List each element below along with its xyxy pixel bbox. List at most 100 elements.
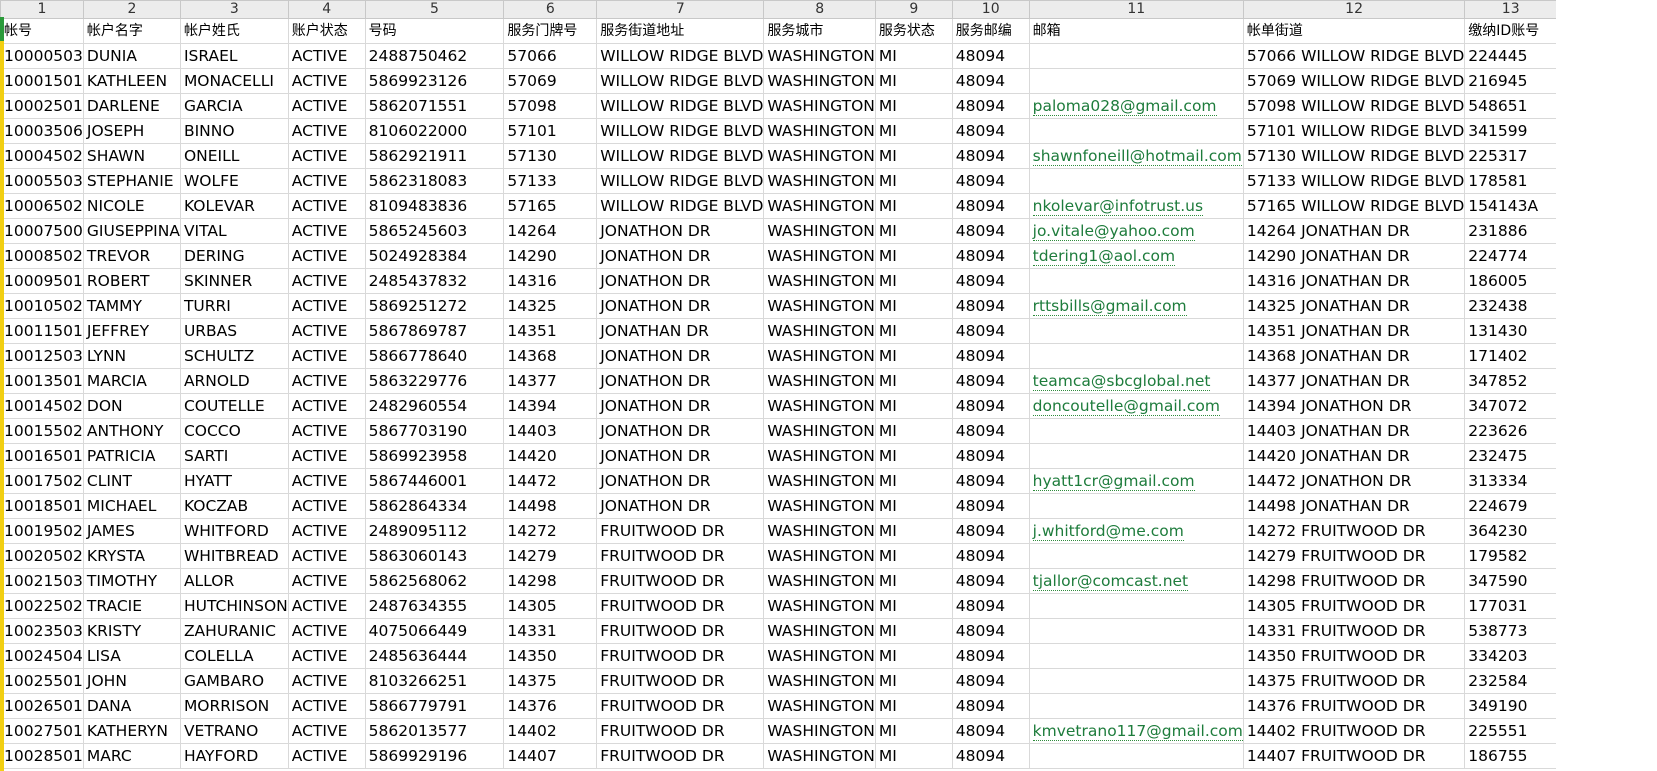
cell-first-name[interactable]: DUNIA [82, 43, 181, 69]
cell-service-street[interactable]: FRUITWOOD DR [596, 668, 765, 694]
cell-service-house-number[interactable]: 14305 [503, 593, 598, 619]
cell-service-house-number[interactable]: 14420 [503, 443, 598, 469]
cell-billing-street[interactable]: 14272 FRUITWOOD DR [1242, 518, 1466, 544]
column-letter-8[interactable]: 8 [763, 0, 876, 19]
cell-first-name[interactable]: ANTHONY [82, 418, 181, 444]
cell-service-zip[interactable]: 48094 [951, 293, 1030, 319]
cell-payment-id[interactable]: 225317 [1464, 143, 1558, 169]
cell-service-city[interactable]: WASHINGTON [763, 393, 876, 419]
cell-service-city[interactable]: WASHINGTON [763, 568, 876, 594]
cell-service-city[interactable]: WASHINGTON [763, 243, 876, 269]
cell-first-name[interactable]: DANA [82, 693, 181, 719]
cell-service-city[interactable]: WASHINGTON [763, 718, 876, 744]
cell-account-status[interactable]: ACTIVE [287, 393, 366, 419]
cell-service-city[interactable]: WASHINGTON [763, 68, 876, 94]
cell-email[interactable] [1028, 618, 1244, 644]
cell-account-status[interactable]: ACTIVE [287, 568, 366, 594]
cell-service-street[interactable]: WILLOW RIDGE BLVD [596, 143, 765, 169]
cell-account-status[interactable]: ACTIVE [287, 718, 366, 744]
cell-account-status[interactable]: ACTIVE [287, 318, 366, 344]
cell-email[interactable] [1028, 168, 1244, 194]
cell-account-number[interactable]: 10025501 [0, 668, 84, 694]
cell-service-house-number[interactable]: 57133 [503, 168, 598, 194]
cell-service-house-number[interactable]: 14298 [503, 568, 598, 594]
cell-phone[interactable]: 5869923958 [364, 443, 505, 469]
cell-last-name[interactable]: MONACELLI [179, 68, 289, 94]
cell-last-name[interactable]: ONEILL [179, 143, 289, 169]
cell-billing-street[interactable]: 14375 FRUITWOOD DR [1242, 668, 1466, 694]
cell-service-zip[interactable]: 48094 [951, 118, 1030, 144]
cell-account-status[interactable]: ACTIVE [287, 743, 366, 769]
header-billing-street[interactable]: 帐单街道 [1242, 17, 1466, 44]
cell-last-name[interactable]: ARNOLD [179, 368, 289, 394]
cell-service-house-number[interactable]: 14403 [503, 418, 598, 444]
cell-service-city[interactable]: WASHINGTON [763, 168, 876, 194]
cell-account-status[interactable]: ACTIVE [287, 243, 366, 269]
cell-account-number[interactable]: 10026501 [0, 693, 84, 719]
cell-billing-street[interactable]: 57133 WILLOW RIDGE BLVD [1242, 168, 1466, 194]
cell-service-state[interactable]: MI [874, 668, 953, 694]
cell-service-city[interactable]: WASHINGTON [763, 143, 876, 169]
cell-account-status[interactable]: ACTIVE [287, 668, 366, 694]
cell-first-name[interactable]: TRACIE [82, 593, 181, 619]
cell-service-street[interactable]: JONATHON DR [596, 343, 765, 369]
cell-service-street[interactable]: JONATHON DR [596, 418, 765, 444]
cell-service-state[interactable]: MI [874, 593, 953, 619]
cell-first-name[interactable]: GIUSEPPINA [82, 218, 181, 244]
cell-billing-street[interactable]: 14402 FRUITWOOD DR [1242, 718, 1466, 744]
cell-first-name[interactable]: TREVOR [82, 243, 181, 269]
cell-service-state[interactable]: MI [874, 318, 953, 344]
cell-last-name[interactable]: COLELLA [179, 643, 289, 669]
cell-first-name[interactable]: KATHLEEN [82, 68, 181, 94]
cell-service-street[interactable]: JONATHON DR [596, 443, 765, 469]
cell-account-number[interactable]: 10007500 [0, 218, 84, 244]
cell-payment-id[interactable]: 232438 [1464, 293, 1558, 319]
header-account-status[interactable]: 账户状态 [287, 17, 366, 44]
cell-first-name[interactable]: JEFFREY [82, 318, 181, 344]
cell-first-name[interactable]: PATRICIA [82, 443, 181, 469]
spreadsheet[interactable]: 1234567891011121314 帐号帐户名字帐户姓氏账户状态号码服务门牌… [0, 0, 1657, 771]
column-letter-3[interactable]: 3 [179, 0, 289, 19]
cell-phone[interactable]: 5862568062 [364, 568, 505, 594]
cell-account-status[interactable]: ACTIVE [287, 143, 366, 169]
cell-service-state[interactable]: MI [874, 543, 953, 569]
cell-service-state[interactable]: MI [874, 218, 953, 244]
cell-first-name[interactable]: DARLENE [82, 93, 181, 119]
cell-service-zip[interactable]: 48094 [951, 218, 1030, 244]
cell-last-name[interactable]: KOLEVAR [179, 193, 289, 219]
cell-billing-street[interactable]: 14498 JONATHAN DR [1242, 493, 1466, 519]
cell-service-house-number[interactable]: 14368 [503, 343, 598, 369]
column-letter-7[interactable]: 7 [596, 0, 765, 19]
cell-account-number[interactable]: 10024504 [0, 643, 84, 669]
cell-phone[interactable]: 5866779791 [364, 693, 505, 719]
cell-service-house-number[interactable]: 14375 [503, 668, 598, 694]
cell-email[interactable]: rttsbills@gmail.com [1028, 293, 1244, 319]
cell-last-name[interactable]: COUTELLE [179, 393, 289, 419]
cell-last-name[interactable]: HYATT [179, 468, 289, 494]
cell-service-state[interactable]: MI [874, 418, 953, 444]
cell-service-state[interactable]: MI [874, 68, 953, 94]
cell-service-street[interactable]: WILLOW RIDGE BLVD [596, 68, 765, 94]
cell-email[interactable]: hyatt1cr@gmail.com [1028, 468, 1244, 494]
cell-last-name[interactable]: SCHULTZ [179, 343, 289, 369]
cell-payment-id[interactable]: 223626 [1464, 418, 1558, 444]
cell-service-state[interactable]: MI [874, 368, 953, 394]
cell-service-street[interactable]: JONATHON DR [596, 243, 765, 269]
cell-service-house-number[interactable]: 14316 [503, 268, 598, 294]
cell-account-number[interactable]: 10003506 [0, 118, 84, 144]
cell-service-city[interactable]: WASHINGTON [763, 318, 876, 344]
cell-service-city[interactable]: WASHINGTON [763, 468, 876, 494]
cell-service-city[interactable]: WASHINGTON [763, 418, 876, 444]
cell-service-street[interactable]: FRUITWOOD DR [596, 593, 765, 619]
cell-service-zip[interactable]: 48094 [951, 143, 1030, 169]
cell-payment-id[interactable]: 154143A [1464, 193, 1558, 219]
cell-service-zip[interactable]: 48094 [951, 568, 1030, 594]
cell-first-name[interactable]: ROBERT [82, 268, 181, 294]
cell-billing-street[interactable]: 14305 FRUITWOOD DR [1242, 593, 1466, 619]
cell-phone[interactable]: 5869251272 [364, 293, 505, 319]
cell-phone[interactable]: 5862013577 [364, 718, 505, 744]
cell-first-name[interactable]: TIMOTHY [82, 568, 181, 594]
email-link[interactable]: doncoutelle@gmail.com [1032, 397, 1220, 416]
cell-service-city[interactable]: WASHINGTON [763, 743, 876, 769]
cell-email[interactable]: kmvetrano117@gmail.com [1028, 718, 1244, 744]
